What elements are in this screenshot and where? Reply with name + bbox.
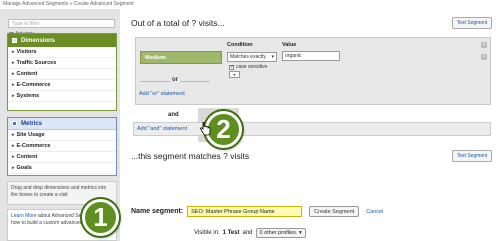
segment-name-input[interactable]: SEO: Master Phrase Group Name: [187, 206, 303, 217]
metric-group-site-usage[interactable]: ▸ Site Usage: [8, 130, 116, 141]
filter-input[interactable]: Type to filter: [8, 19, 115, 28]
metric-group-label: Goals: [16, 165, 32, 171]
dimensions-title: Dimensions: [21, 37, 56, 44]
add-and-statement-link[interactable]: Add "and" statement: [137, 126, 187, 132]
condition-box: × ×: [135, 37, 491, 105]
metric-group-content[interactable]: ▸ Content: [8, 152, 116, 163]
expand-arrow-icon: ▸: [12, 165, 15, 171]
breadcrumb: Manage Advanced Segments » Create Advanc…: [3, 1, 134, 7]
expand-arrow-icon: ▸: [12, 132, 15, 138]
dimension-group-systems[interactable]: ▸ Systems: [8, 91, 116, 102]
and-word: and: [242, 230, 253, 236]
metric-group-label: Site Usage: [16, 132, 45, 138]
metric-group-label: Content: [16, 154, 38, 160]
case-sensitive-checkbox[interactable]: [229, 64, 234, 70]
add-or-statement-link[interactable]: Add "or" statement: [139, 91, 185, 97]
dimension-group-label: Content: [16, 71, 38, 77]
chevron-down-icon: ▾: [297, 230, 302, 236]
expand-arrow-icon: ▸: [12, 143, 15, 149]
dimension-group-visitors[interactable]: ▸ Visitors: [8, 47, 116, 58]
learn-more-link[interactable]: Learn More: [11, 213, 37, 219]
name-segment-label: Name segment:: [131, 208, 184, 215]
metric-group-goals[interactable]: ▸ Goals: [8, 163, 116, 174]
dimension-group-content[interactable]: ▸ Content: [8, 69, 116, 80]
case-sensitive-label: case sensitive: [236, 64, 268, 70]
total-visits-title: Out of a total of ? visits...: [131, 18, 225, 28]
collapse-icon: [12, 121, 17, 126]
expand-arrow-icon: ▸: [12, 154, 15, 160]
visible-in-row: Visible in: 1 Test and 0 other profiles.…: [194, 228, 306, 238]
segment-matches-title: ...this segment matches ? visits: [131, 151, 250, 161]
expand-arrow-icon: ▸: [12, 93, 15, 99]
value-input[interactable]: organic: [282, 51, 340, 61]
dimension-group-label: Systems: [16, 93, 40, 99]
step-one-badge: 1: [82, 199, 119, 236]
cancel-link[interactable]: Cancel: [366, 209, 383, 215]
hand-cursor-icon: [200, 122, 211, 136]
visible-in-label: Visible in:: [194, 230, 220, 236]
dimensions-panel: Dimensions ▸ Visitors ▸ Traffic Sources ▸ C…: [7, 33, 117, 111]
metrics-header[interactable]: Metrics: [8, 118, 116, 130]
dimensions-header[interactable]: Dimensions: [8, 34, 116, 47]
dimension-pill[interactable]: Medium: [140, 51, 222, 64]
value-header: Value: [282, 42, 297, 48]
name-segment-row: Name segment: SEO: Master Phrase Group N…: [131, 206, 383, 217]
other-profiles-select[interactable]: 0 other profiles. ▾: [255, 228, 306, 238]
metrics-panel: Metrics ▸ Site Usage ▸ E-Commerce ▸ Content…: [7, 117, 117, 176]
dimension-group-ecommerce[interactable]: ▸ E-Commerce: [8, 80, 116, 91]
expand-arrow-icon: ▸: [12, 60, 15, 66]
condition-select[interactable]: Matches exactly ▾: [227, 52, 277, 62]
dimension-group-label: E-Commerce: [16, 82, 51, 88]
dimension-group-label: Visitors: [16, 49, 37, 55]
expand-arrow-icon: ▸: [12, 71, 15, 77]
chevron-down-icon[interactable]: ▾: [229, 71, 240, 78]
remove-row-icon[interactable]: ×: [481, 54, 487, 60]
collapse-icon: [12, 38, 17, 43]
test-segment-button[interactable]: Test Segment: [452, 150, 492, 162]
dimension-group-traffic-sources[interactable]: ▸ Traffic Sources: [8, 58, 116, 69]
and-label: and: [168, 112, 179, 118]
dimension-group-label: Traffic Sources: [16, 60, 57, 66]
visible-in-profile: 1 Test: [222, 230, 240, 236]
expand-arrow-icon: ▸: [12, 82, 15, 88]
other-profiles-value: 0 other profiles.: [259, 230, 298, 236]
or-label: or: [170, 77, 180, 83]
condition-header: Condition: [227, 42, 253, 48]
create-segment-button[interactable]: Create Segment: [309, 206, 360, 217]
chevron-down-icon: ▾: [271, 54, 274, 60]
close-icon[interactable]: ×: [481, 42, 487, 48]
expand-arrow-icon: ▸: [12, 49, 15, 55]
metrics-title: Metrics: [21, 120, 43, 127]
metric-group-label: E-Commerce: [16, 143, 51, 149]
metric-group-ecommerce[interactable]: ▸ E-Commerce: [8, 141, 116, 152]
test-segment-button[interactable]: Test Segment: [452, 17, 492, 29]
condition-select-value: Matches exactly: [230, 54, 266, 60]
case-sensitive-toggle[interactable]: case sensitive: [229, 64, 267, 70]
